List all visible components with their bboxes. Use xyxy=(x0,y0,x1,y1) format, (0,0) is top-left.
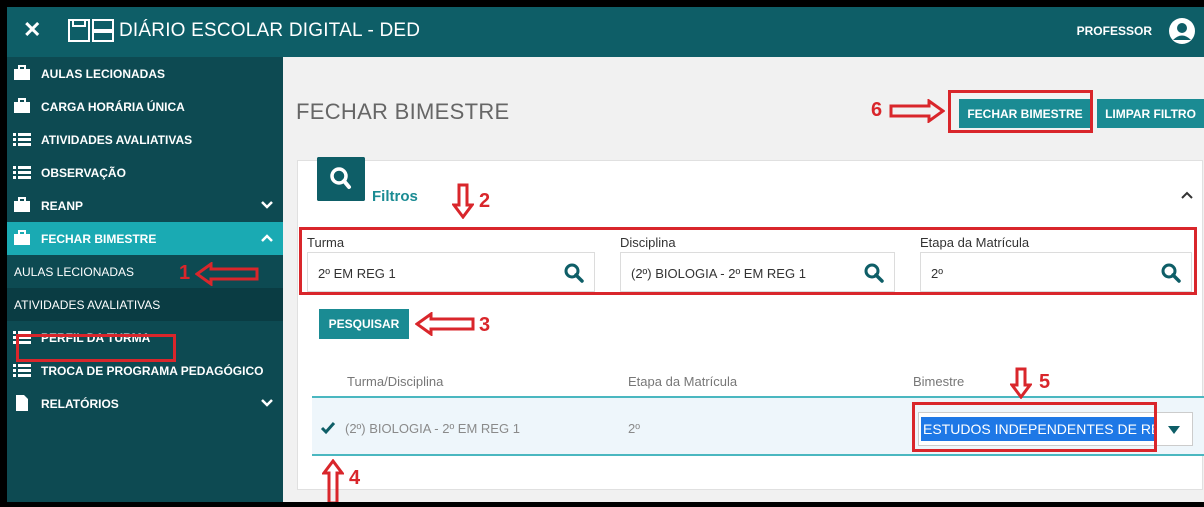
list-icon xyxy=(13,364,31,377)
sidebar-item-fechar-bimestre[interactable]: FECHAR BIMESTRE xyxy=(7,222,283,255)
th-etapa: Etapa da Matrícula xyxy=(628,374,738,389)
annotation-box-bimestre xyxy=(912,402,1157,452)
submenu-item-label: AULAS LECIONADAS xyxy=(14,265,135,279)
page-title: FECHAR BIMESTRE xyxy=(296,99,510,124)
row-etapa: 2º xyxy=(628,421,640,436)
sidebar-item-carga-horaria[interactable]: CARGA HORÁRIA ÚNICA xyxy=(7,90,283,123)
app-frame: ✕ DIÁRIO ESCOLAR DIGITAL - DED PROFESSOR… xyxy=(0,0,1204,507)
annotation-number-1: 1 xyxy=(179,262,191,284)
briefcase-icon xyxy=(14,197,30,212)
document-icon xyxy=(16,395,28,411)
app-title: DIÁRIO ESCOLAR DIGITAL - DED xyxy=(119,20,421,41)
top-bar: ✕ DIÁRIO ESCOLAR DIGITAL - DED PROFESSOR xyxy=(7,7,1204,57)
chevron-down-icon xyxy=(261,399,273,407)
arrow-down-icon xyxy=(452,183,474,219)
filtros-label[interactable]: Filtros xyxy=(372,188,418,205)
chevron-up-icon[interactable] xyxy=(1180,190,1194,200)
sidebar-item-label: AULAS LECIONADAS xyxy=(41,67,166,81)
close-icon[interactable]: ✕ xyxy=(23,19,41,41)
annotation-number-2: 2 xyxy=(479,190,491,212)
sidebar-item-label: RELATÓRIOS xyxy=(41,397,119,411)
sidebar-item-label: FECHAR BIMESTRE xyxy=(41,232,157,246)
th-turma-disciplina: Turma/Disciplina xyxy=(347,374,444,389)
limpar-filtro-button[interactable]: LIMPAR FILTRO xyxy=(1097,99,1204,128)
arrow-up-icon xyxy=(322,459,344,502)
list-icon xyxy=(13,166,31,179)
annotation-number-6: 6 xyxy=(871,99,883,121)
pesquisar-button[interactable]: PESQUISAR xyxy=(319,309,409,339)
user-label[interactable]: PROFESSOR xyxy=(1077,24,1152,38)
submenu-item-label: ATIVIDADES AVALIATIVAS xyxy=(14,298,161,312)
list-icon xyxy=(13,133,31,146)
sidebar-item-label: TROCA DE PROGRAMA PEDAGÓGICO xyxy=(41,364,264,378)
chevron-down-icon xyxy=(261,201,273,209)
annotation-box-fechar xyxy=(948,90,1093,133)
th-bimestre: Bimestre xyxy=(913,374,965,389)
annotation-number-3: 3 xyxy=(479,314,491,336)
arrow-left-icon xyxy=(415,312,475,336)
caret-down-icon[interactable] xyxy=(1168,426,1180,434)
annotation-number-4: 4 xyxy=(349,467,361,489)
sidebar-item-label: ATIVIDADES AVALIATIVAS xyxy=(41,133,193,147)
arrow-left-icon xyxy=(195,262,259,286)
annotation-number-5: 5 xyxy=(1039,371,1051,393)
briefcase-icon xyxy=(14,98,30,113)
sidebar-item-reanp[interactable]: REANP xyxy=(7,189,283,222)
sidebar-item-label: CARGA HORÁRIA ÚNICA xyxy=(41,100,185,114)
chevron-up-icon xyxy=(261,234,273,242)
row-turma-disciplina: (2º) BIOLOGIA - 2º EM REG 1 xyxy=(345,421,520,436)
search-icon xyxy=(317,157,365,201)
sidebar-item-label: REANP xyxy=(41,199,84,213)
user-avatar-icon[interactable] xyxy=(1168,17,1196,45)
sidebar-item-aulas-lecionadas[interactable]: AULAS LECIONADAS xyxy=(7,57,283,90)
sidebar-item-label: OBSERVAÇÃO xyxy=(41,166,126,180)
sidebar-item-relatorios[interactable]: RELATÓRIOS xyxy=(7,387,283,420)
briefcase-icon xyxy=(14,65,30,80)
annotation-box-filters xyxy=(299,227,1197,295)
submenu-item-atividades-avaliativas[interactable]: ATIVIDADES AVALIATIVAS xyxy=(7,288,283,321)
arrow-down-icon xyxy=(1010,367,1032,399)
sidebar-item-atividades-avaliativas[interactable]: ATIVIDADES AVALIATIVAS xyxy=(7,123,283,156)
arrow-right-icon xyxy=(889,99,945,123)
app-logo-icon xyxy=(68,19,114,42)
sidebar-item-observacao[interactable]: OBSERVAÇÃO xyxy=(7,156,283,189)
annotation-box-atividades xyxy=(16,334,176,362)
briefcase-icon xyxy=(14,230,30,245)
checkbox-checked-icon[interactable] xyxy=(320,420,336,436)
